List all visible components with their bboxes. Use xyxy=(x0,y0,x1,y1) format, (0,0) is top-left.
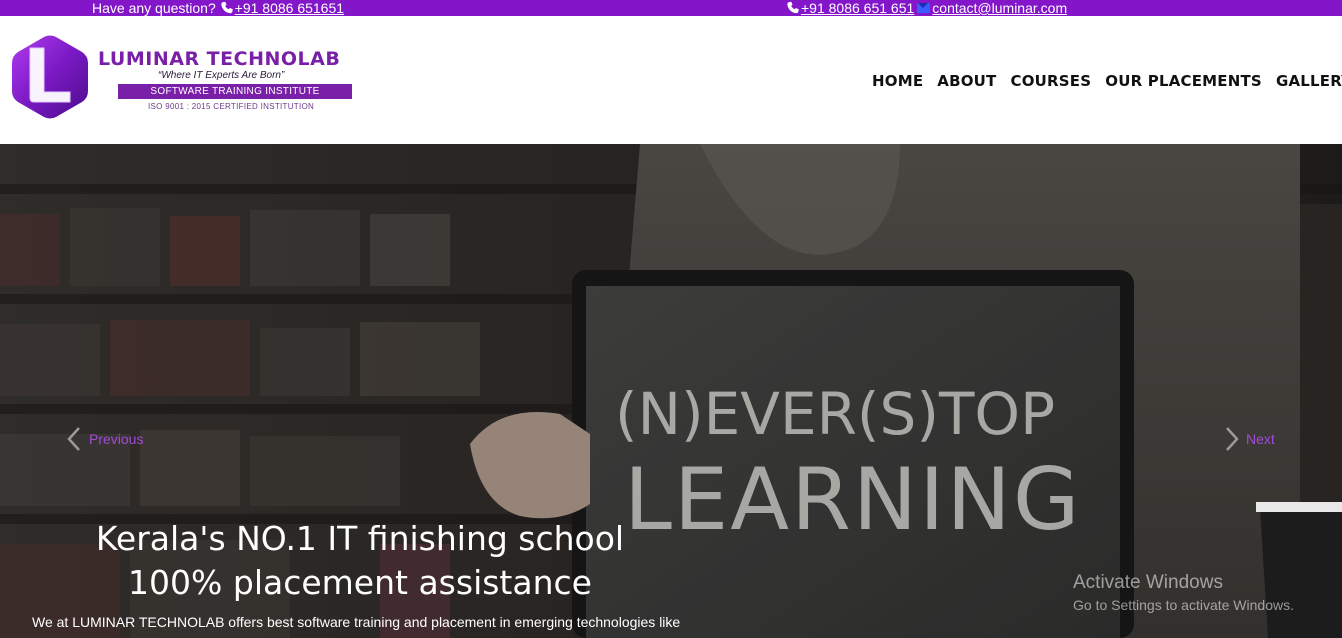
phone-link-right[interactable]: +91 8086 651 651 xyxy=(801,0,914,16)
main-nav: HOME ABOUT COURSES OUR PLACEMENTS GALLER… xyxy=(872,72,1342,90)
nav-our-placements[interactable]: OUR PLACEMENTS xyxy=(1105,72,1262,90)
chevron-left-icon xyxy=(67,427,80,451)
hero-carousel: (N)EVER(S)TOP LEARNING Previous Next Ker… xyxy=(0,144,1342,638)
brand-certification: ISO 9001 : 2015 CERTIFIED INSTITUTION xyxy=(148,102,315,111)
brand-name: LUMINAR TECHNOLAB xyxy=(98,48,341,70)
nav-about[interactable]: ABOUT xyxy=(937,72,996,90)
contact-left: Have any question? +91 8086 651651 xyxy=(92,0,344,16)
nav-home[interactable]: HOME xyxy=(872,72,923,90)
carousel-prev-button[interactable]: Previous xyxy=(66,426,143,452)
mail-icon xyxy=(917,3,931,13)
phone-icon xyxy=(787,1,799,14)
email-link[interactable]: contact@luminar.com xyxy=(932,0,1067,16)
next-label: Next xyxy=(1246,431,1275,447)
question-label: Have any question? xyxy=(92,0,216,16)
windows-activation-watermark: Activate Windows Go to Settings to activ… xyxy=(1073,572,1294,613)
site-header: LUMINAR TECHNOLAB “Where IT Experts Are … xyxy=(0,16,1342,144)
brand-logo-icon[interactable] xyxy=(10,34,90,120)
brand-tagline: “Where IT Experts Are Born” xyxy=(158,70,285,81)
contact-right: +91 8086 651 651 contact@luminar.com xyxy=(786,0,1067,16)
chevron-right-icon xyxy=(1226,427,1239,451)
watermark-subtitle: Go to Settings to activate Windows. xyxy=(1073,597,1294,613)
nav-courses[interactable]: COURSES xyxy=(1011,72,1092,90)
watermark-title: Activate Windows xyxy=(1073,572,1223,593)
hero-caption-line2: 100% placement assistance xyxy=(128,563,592,602)
hero-caption-body: We at LUMINAR TECHNOLAB offers best soft… xyxy=(32,614,681,630)
prev-label: Previous xyxy=(89,431,144,447)
phone-icon xyxy=(220,1,233,14)
phone-link-left[interactable]: +91 8086 651651 xyxy=(235,0,344,16)
brand-subtitle-badge: SOFTWARE TRAINING INSTITUTE xyxy=(118,84,352,99)
hero-caption-line1: Kerala's NO.1 IT finishing school xyxy=(95,519,625,558)
top-contact-bar: Have any question? +91 8086 651651 +91 8… xyxy=(0,0,1342,16)
nav-gallery[interactable]: GALLERY xyxy=(1276,72,1342,90)
carousel-next-button[interactable]: Next xyxy=(1224,426,1275,452)
